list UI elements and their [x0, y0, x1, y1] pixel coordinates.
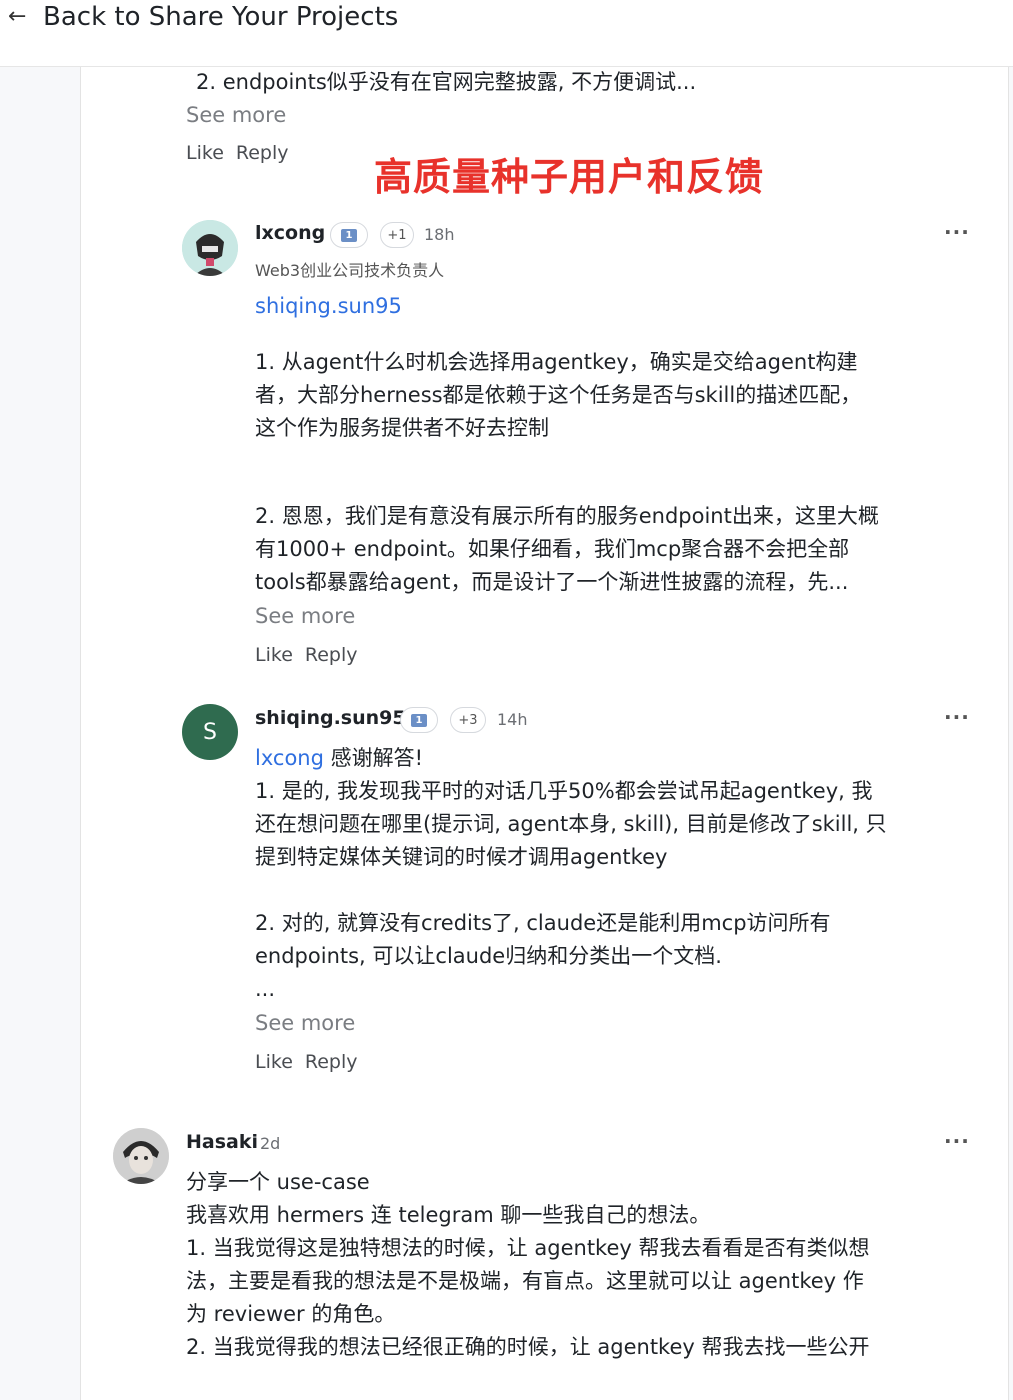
comment-text-line: 分享一个 use-case: [186, 1170, 370, 1194]
comment-text-line: 提到特定媒体关键词的时候才调用agentkey: [255, 845, 668, 869]
avatar[interactable]: [113, 1128, 169, 1184]
reply-button[interactable]: Reply: [305, 1051, 358, 1073]
comment-text-line: 这个作为服务提供者不好去控制: [255, 416, 549, 440]
reply-button[interactable]: Reply: [236, 142, 289, 164]
comment-text-line: tools都暴露给agent，而是设计了一个渐进性披露的流程，先...: [255, 570, 849, 594]
right-gutter: [1008, 67, 1013, 1400]
username[interactable]: Hasaki: [186, 1131, 258, 1153]
like-button[interactable]: Like: [255, 1051, 293, 1073]
comment-text-line: lxcong 感谢解答!: [255, 742, 423, 775]
avatar-letter: S: [203, 719, 217, 745]
comment-text-line: 1. 从agent什么时机会选择用agentkey，确实是交给agent构建: [255, 350, 858, 374]
like-button[interactable]: Like: [186, 142, 224, 164]
plus-badge: +1: [380, 222, 414, 248]
more-horizontal-icon[interactable]: ···: [944, 220, 970, 244]
comment-text-line: endpoints, 可以让claude归纳和分类出一个文档.: [255, 944, 722, 968]
comment-text-line: 2. 对的, 就算没有credits了, claude还是能利用mcp访问所有: [255, 911, 831, 935]
mention-link[interactable]: shiqing.sun95: [255, 290, 402, 323]
more-horizontal-icon[interactable]: ···: [944, 1129, 970, 1153]
user-title: Web3创业公司技术负责人: [255, 261, 445, 280]
left-gutter: [0, 67, 81, 1400]
avatar[interactable]: [182, 220, 238, 276]
comment-text-line: 1. 是的, 我发现我平时的对话几乎50%都会尝试吊起agentkey, 我: [255, 779, 873, 803]
avatar[interactable]: S: [182, 704, 238, 760]
timestamp: 18h: [424, 225, 455, 244]
comment-text-line: 为 reviewer 的角色。: [186, 1302, 396, 1326]
comment-text: 感谢解答!: [323, 746, 424, 770]
comment-text-line: 2. 当我觉得我的想法已经很正确的时候，让 agentkey 帮我去找一些公开: [186, 1335, 870, 1359]
comment-text-line: 2. endpoints似乎没有在官网完整披露, 不方便调试...: [196, 70, 697, 94]
comment-text-line: ...: [255, 977, 276, 1001]
comment-text-line: 法，主要是看我的想法是不是极端，有盲点。这里就可以让 agentkey 作: [186, 1269, 864, 1293]
comment-text-line: 有1000+ endpoint。如果仔细看，我们mcp聚合器不会把全部: [255, 537, 850, 561]
plus-badge: +3: [450, 707, 486, 733]
timestamp: 14h: [497, 710, 528, 729]
comment-text-line: 还在想问题在哪里(提示词, agent本身, skill), 目前是修改了ski…: [255, 812, 887, 836]
see-more-link[interactable]: See more: [186, 99, 286, 132]
username[interactable]: lxcong: [255, 222, 325, 244]
top-bar: ← Back to Share Your Projects: [0, 0, 1013, 67]
more-horizontal-icon[interactable]: ···: [944, 705, 970, 729]
see-more-link[interactable]: See more: [255, 1007, 355, 1040]
reply-button[interactable]: Reply: [305, 644, 358, 666]
comment-text-line: 2. 恩恩，我们是有意没有展示所有的服务endpoint出来，这里大概: [255, 504, 879, 528]
annotation-text: 高质量种子用户和反馈: [374, 155, 765, 199]
timestamp: 2d: [260, 1134, 281, 1153]
rank-badge-icon: 1: [400, 707, 438, 733]
like-button[interactable]: Like: [255, 644, 293, 666]
comment-text-line: 我喜欢用 hermers 连 telegram 聊一些我自己的想法。: [186, 1203, 711, 1227]
back-link[interactable]: Back to Share Your Projects: [43, 0, 398, 34]
comment-text-line: 者，大部分herness都是依赖于这个任务是否与skill的描述匹配，: [255, 383, 862, 407]
avatar-image: [113, 1128, 169, 1184]
arrow-left-icon[interactable]: ←: [8, 4, 26, 30]
comment-text-line: 1. 当我觉得这是独特想法的时候，让 agentkey 帮我去看看是否有类似想: [186, 1236, 870, 1260]
rank-badge-icon: 1: [330, 222, 368, 248]
see-more-link[interactable]: See more: [255, 600, 355, 633]
avatar-image: [182, 220, 238, 276]
mention-link[interactable]: lxcong: [255, 746, 324, 770]
username[interactable]: shiqing.sun95: [255, 707, 406, 729]
